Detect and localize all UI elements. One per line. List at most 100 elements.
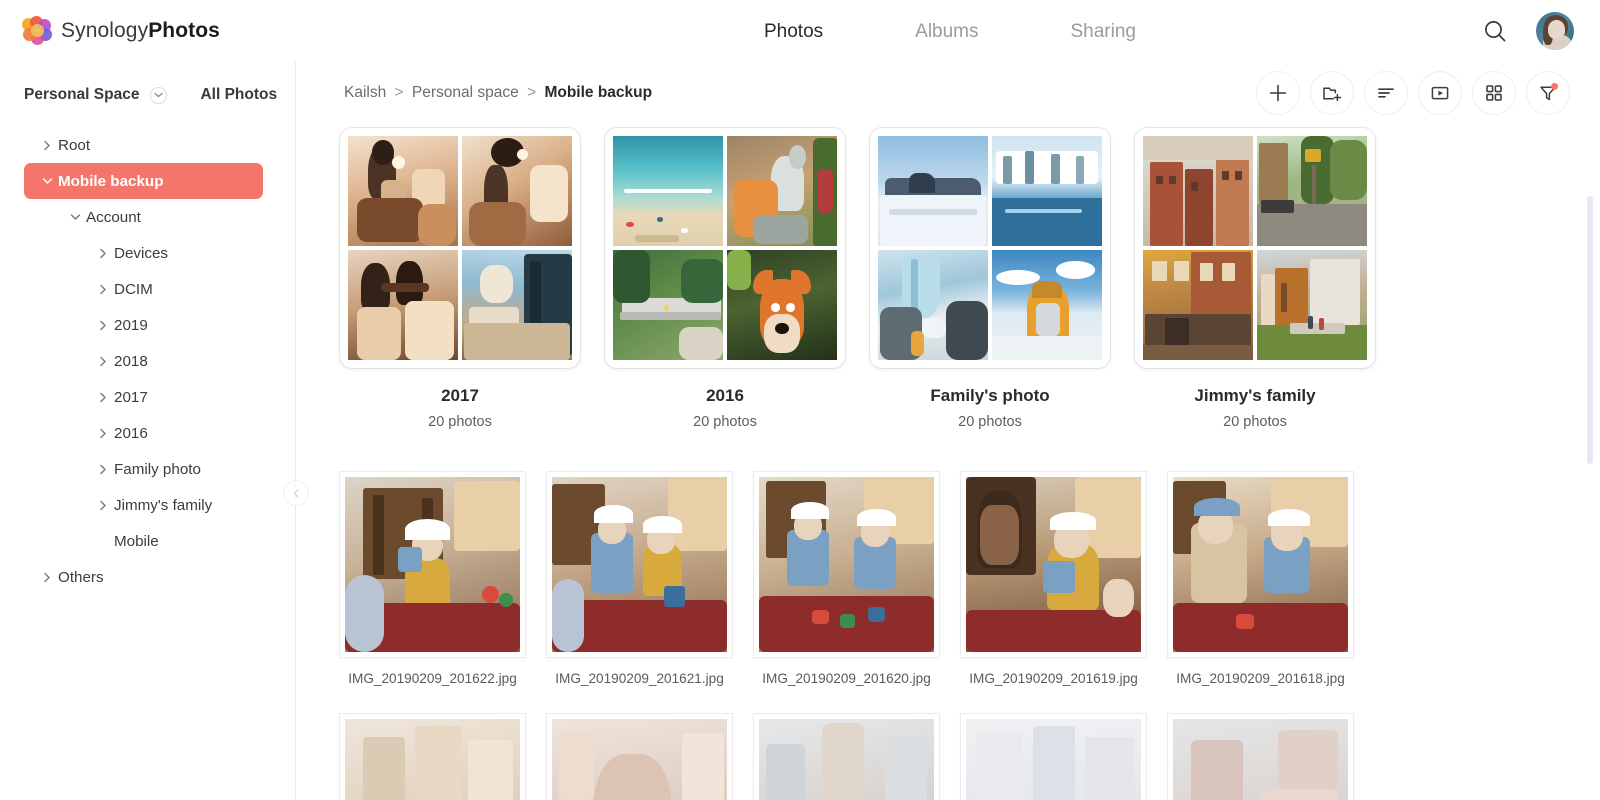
photo-item[interactable]: IMG_20190209_201618.jpg (1168, 472, 1353, 686)
album-thumbnail (613, 250, 723, 360)
album-photo-count: 20 photos (958, 414, 1022, 430)
album-title: Family's photo (930, 386, 1050, 405)
slideshow-button[interactable] (1418, 71, 1462, 115)
sidebar-item-mobile-backup[interactable]: Mobile backup (24, 163, 263, 199)
photo-item[interactable]: IMG_20190209_201622.jpg (340, 472, 525, 686)
chevron-right-icon[interactable] (92, 392, 114, 403)
photo-thumbnail[interactable] (961, 714, 1146, 800)
new-folder-button[interactable] (1310, 71, 1354, 115)
photo-thumbnail[interactable] (1168, 472, 1353, 657)
album-card[interactable]: 2017 20 photos (340, 128, 580, 430)
chevron-right-icon[interactable] (36, 140, 58, 151)
action-toolbar (1256, 71, 1570, 115)
chevron-down-icon[interactable] (36, 177, 58, 185)
sidebar-item-label: Devices (114, 244, 169, 262)
photo-thumbnail[interactable] (961, 472, 1146, 657)
all-photos-link[interactable]: All Photos (200, 86, 277, 104)
chevron-right-icon[interactable] (92, 464, 114, 475)
photo-grid-row-2 (340, 714, 1570, 800)
album-cover[interactable] (340, 128, 580, 368)
album-thumbnail (348, 250, 458, 360)
header-actions (1480, 12, 1600, 50)
sidebar-item-jimmy-s-family[interactable]: Jimmy's family (24, 487, 263, 523)
chevron-right-icon[interactable] (92, 500, 114, 511)
photo-filename: IMG_20190209_201619.jpg (969, 671, 1138, 686)
album-cover[interactable] (1135, 128, 1375, 368)
album-card[interactable]: 2016 20 photos (605, 128, 845, 430)
sort-button[interactable] (1364, 71, 1408, 115)
synology-photos-app: SynologyPhotos Photos Albums Sharing Per… (0, 0, 1600, 800)
photo-filename: IMG_20190209_201621.jpg (555, 671, 724, 686)
tab-albums-label: Albums (915, 21, 979, 42)
photo-filename: IMG_20190209_201620.jpg (762, 671, 931, 686)
album-thumbnail (727, 250, 837, 360)
album-row: 2017 20 photos 2016 20 photos Family's photo… (340, 128, 1570, 430)
tab-albums[interactable]: Albums (911, 3, 982, 59)
breadcrumb: Kailsh > Personal space > Mobile backup (344, 84, 652, 102)
sidebar-item-label: Root (58, 136, 91, 154)
photo-item[interactable] (340, 714, 525, 800)
sidebar-item-devices[interactable]: Devices (24, 235, 263, 271)
album-thumbnail (727, 136, 837, 246)
vertical-scrollbar[interactable] (1587, 196, 1593, 464)
album-card[interactable]: Family's photo 20 photos (870, 128, 1110, 430)
chevron-right-icon[interactable] (92, 248, 114, 259)
chevron-down-icon[interactable] (64, 213, 86, 221)
search-icon[interactable] (1480, 16, 1510, 46)
photo-thumbnail[interactable] (340, 714, 525, 800)
personal-space-label[interactable]: Personal Space (24, 86, 139, 104)
chevron-right-icon[interactable] (92, 320, 114, 331)
add-button[interactable] (1256, 71, 1300, 115)
sidebar-collapse-handle[interactable] (283, 480, 309, 506)
photo-item[interactable]: IMG_20190209_201619.jpg (961, 472, 1146, 686)
photo-grid-row-1: IMG_20190209_201622.jpg IMG_20190209_2016… (340, 472, 1570, 686)
grid-view-button[interactable] (1472, 71, 1516, 115)
chevron-right-icon[interactable] (92, 428, 114, 439)
chevron-down-icon[interactable] (150, 86, 168, 104)
photo-thumbnail[interactable] (547, 472, 732, 657)
sidebar-item-account[interactable]: Account (24, 199, 263, 235)
photo-thumbnail[interactable] (340, 472, 525, 657)
sidebar-item-2017[interactable]: 2017 (24, 379, 263, 415)
sidebar-item-family-photo[interactable]: Family photo (24, 451, 263, 487)
sidebar-item-2019[interactable]: 2019 (24, 307, 263, 343)
photo-item[interactable] (547, 714, 732, 800)
tab-photos[interactable]: Photos (760, 3, 827, 59)
photo-thumbnail[interactable] (754, 714, 939, 800)
album-cover[interactable] (870, 128, 1110, 368)
photo-item[interactable] (754, 714, 939, 800)
filter-button[interactable] (1526, 71, 1570, 115)
sidebar-item-mobile[interactable]: Mobile (24, 523, 263, 559)
album-cover[interactable] (605, 128, 845, 368)
album-thumbnail (992, 250, 1102, 360)
tab-sharing[interactable]: Sharing (1067, 3, 1141, 59)
main-toolbar-row: Kailsh > Personal space > Mobile backup (296, 62, 1600, 124)
brand-thin: Synology (61, 19, 149, 42)
album-title: 2017 (441, 386, 479, 405)
photo-thumbnail[interactable] (754, 472, 939, 657)
sidebar-item-others[interactable]: Others (24, 559, 263, 595)
chevron-right-icon[interactable] (92, 356, 114, 367)
photo-thumbnail[interactable] (1168, 714, 1353, 800)
album-card[interactable]: Jimmy's family 20 photos (1135, 128, 1375, 430)
sidebar-item-2016[interactable]: 2016 (24, 415, 263, 451)
breadcrumb-item-0[interactable]: Kailsh (344, 84, 386, 101)
user-avatar[interactable] (1536, 12, 1574, 50)
photo-thumbnail[interactable] (547, 714, 732, 800)
chevron-right-icon[interactable] (36, 572, 58, 583)
album-thumbnail (462, 250, 572, 360)
photo-item[interactable]: IMG_20190209_201620.jpg (754, 472, 939, 686)
photo-item[interactable] (961, 714, 1146, 800)
brand: SynologyPhotos (0, 16, 420, 46)
breadcrumb-item-1[interactable]: Personal space (412, 84, 519, 101)
sidebar-item-dcim[interactable]: DCIM (24, 271, 263, 307)
sidebar-item-label: Account (86, 208, 141, 226)
photo-item[interactable] (1168, 714, 1353, 800)
album-thumbnail (613, 136, 723, 246)
album-thumbnail (348, 136, 458, 246)
breadcrumb-item-current: Mobile backup (544, 84, 653, 101)
sidebar-item-root[interactable]: Root (24, 127, 263, 163)
sidebar-item-2018[interactable]: 2018 (24, 343, 263, 379)
chevron-right-icon[interactable] (92, 284, 114, 295)
photo-item[interactable]: IMG_20190209_201621.jpg (547, 472, 732, 686)
